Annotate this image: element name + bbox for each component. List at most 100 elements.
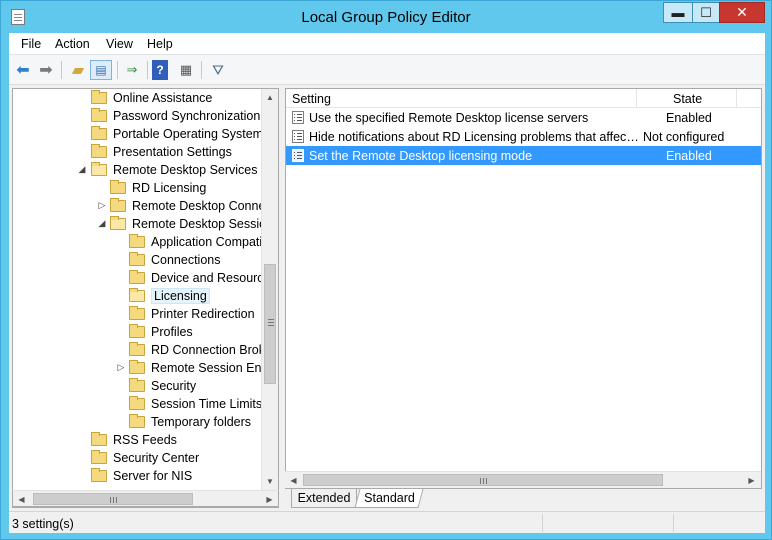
tree-item[interactable]: Remote Desktop Connec <box>110 197 272 215</box>
policy-setting-icon <box>292 130 304 143</box>
scroll-thumb[interactable] <box>33 493 193 505</box>
folder-icon <box>110 180 126 194</box>
filter-icon[interactable]: ⛛ <box>207 60 229 80</box>
tree-item[interactable]: Application Compati <box>129 233 262 251</box>
status-text: 3 setting(s) <box>12 517 74 531</box>
view-tabs: Extended Standard <box>285 489 765 509</box>
list-item-selected[interactable]: Set the Remote Desktop licensing mode En… <box>286 146 761 165</box>
grip-icon <box>110 497 111 503</box>
properties-icon[interactable]: ▦ <box>175 60 197 80</box>
tree-item[interactable]: Connections <box>129 251 221 269</box>
tree-item[interactable]: Remote Session Envir <box>129 359 275 377</box>
tree-item[interactable]: Remote Desktop Services <box>91 161 258 179</box>
expand-arrow-icon[interactable]: ▷ <box>97 200 107 211</box>
tree-item[interactable]: Portable Operating System <box>91 125 263 143</box>
list-header: Setting State <box>286 89 761 108</box>
settings-list[interactable]: Setting State Use the specified Remote D… <box>285 88 762 489</box>
menu-help[interactable]: Help <box>147 37 173 51</box>
tree-horizontal-scrollbar[interactable]: ◀ ▶ <box>12 490 279 507</box>
navigation-tree[interactable]: Online Assistance Password Synchronizati… <box>12 88 279 508</box>
status-bar: 3 setting(s) <box>9 511 765 533</box>
setting-state: Enabled <box>666 148 712 163</box>
folder-open-icon <box>110 216 126 230</box>
folder-icon <box>129 378 145 392</box>
toolbar-separator <box>147 61 148 79</box>
tree-item[interactable]: Online Assistance <box>91 89 212 107</box>
column-header-state[interactable]: State <box>637 89 737 108</box>
menu-file[interactable]: File <box>21 37 41 51</box>
tree-vertical-scrollbar[interactable]: ▲ ▼ <box>261 89 278 507</box>
setting-name: Set the Remote Desktop licensing mode <box>309 148 533 163</box>
policy-setting-icon <box>292 111 304 124</box>
column-header-setting[interactable]: Setting <box>286 89 637 108</box>
tree-item[interactable]: Server for NIS <box>91 467 192 485</box>
folder-open-icon <box>129 288 145 302</box>
menu-action[interactable]: Action <box>55 37 90 51</box>
up-folder-icon[interactable]: ▰ <box>67 60 89 80</box>
menu-view[interactable]: View <box>106 37 133 51</box>
status-panel <box>542 514 673 532</box>
tree-item[interactable]: RD Connection Broke <box>129 341 272 359</box>
toolbar-separator <box>61 61 62 79</box>
title-bar[interactable]: Local Group Policy Editor ▬ ☐ ✕ <box>1 1 771 33</box>
setting-state: Enabled <box>666 110 712 125</box>
folder-icon <box>91 90 107 104</box>
collapse-arrow-icon[interactable]: ◢ <box>77 164 87 175</box>
scroll-up-icon[interactable]: ▲ <box>262 89 278 106</box>
scroll-down-icon[interactable]: ▼ <box>262 473 278 490</box>
back-arrow-icon[interactable]: ⬅ <box>12 60 34 80</box>
tab-extended[interactable]: Extended <box>291 489 357 508</box>
folder-icon <box>91 144 107 158</box>
show-hide-tree-icon[interactable]: ▤ <box>90 60 112 80</box>
menu-bar: File Action View Help <box>9 33 765 55</box>
collapse-arrow-icon[interactable]: ◢ <box>97 218 107 229</box>
folder-icon <box>91 432 107 446</box>
policy-setting-icon <box>292 149 304 162</box>
toolbar-separator <box>117 61 118 79</box>
tree-item[interactable]: RD Licensing <box>110 179 206 197</box>
expand-arrow-icon[interactable]: ▷ <box>116 362 126 373</box>
client-area: File Action View Help ⬅ ➡ ▰ ▤ ⇒ ? ▦ ⛛ On… <box>9 33 765 533</box>
folder-open-icon <box>91 162 107 176</box>
folder-icon <box>110 198 126 212</box>
minimize-button[interactable]: ▬ <box>663 2 693 23</box>
tree-item[interactable]: RSS Feeds <box>91 431 177 449</box>
grip-icon <box>268 319 274 320</box>
scroll-left-icon[interactable]: ◀ <box>285 472 302 488</box>
folder-icon <box>129 414 145 428</box>
folder-icon <box>129 234 145 248</box>
tree-item[interactable]: Session Time Limits <box>129 395 262 413</box>
tree-item[interactable]: Password Synchronization <box>91 107 260 125</box>
maximize-button[interactable]: ☐ <box>692 2 720 23</box>
tree-item[interactable]: Printer Redirection <box>129 305 255 323</box>
tree-item[interactable]: Remote Desktop Session <box>110 215 273 233</box>
scroll-right-icon[interactable]: ▶ <box>261 491 278 507</box>
list-item[interactable]: Hide notifications about RD Licensing pr… <box>286 127 761 146</box>
scroll-thumb[interactable] <box>303 474 663 486</box>
tree-item[interactable]: Temporary folders <box>129 413 251 431</box>
setting-state: Not configured <box>643 129 725 144</box>
list-horizontal-scrollbar[interactable]: ◀ ▶ <box>285 471 761 488</box>
help-icon[interactable]: ? <box>152 60 168 80</box>
tree-item[interactable]: Security Center <box>91 449 199 467</box>
tree-item[interactable]: Device and Resource <box>129 269 271 287</box>
scroll-thumb[interactable] <box>264 264 276 384</box>
tab-standard[interactable]: Standard <box>354 489 424 508</box>
list-item[interactable]: Use the specified Remote Desktop license… <box>286 108 761 127</box>
close-button[interactable]: ✕ <box>719 2 765 23</box>
grip-icon <box>480 478 481 484</box>
tree-item[interactable]: Security <box>129 377 196 395</box>
tree-item[interactable]: Presentation Settings <box>91 143 232 161</box>
forward-arrow-icon[interactable]: ➡ <box>35 60 57 80</box>
folder-icon <box>129 342 145 356</box>
folder-icon <box>91 108 107 122</box>
scroll-right-icon[interactable]: ▶ <box>743 472 760 488</box>
folder-icon <box>91 126 107 140</box>
tree-item-selected[interactable]: Licensing <box>129 287 210 305</box>
tree-item[interactable]: Profiles <box>129 323 193 341</box>
tab-standard-label: Standard <box>363 491 415 505</box>
export-list-icon[interactable]: ⇒ <box>121 60 143 80</box>
setting-name: Use the specified Remote Desktop license… <box>309 110 589 125</box>
scroll-left-icon[interactable]: ◀ <box>13 491 30 507</box>
status-panel <box>673 514 765 532</box>
